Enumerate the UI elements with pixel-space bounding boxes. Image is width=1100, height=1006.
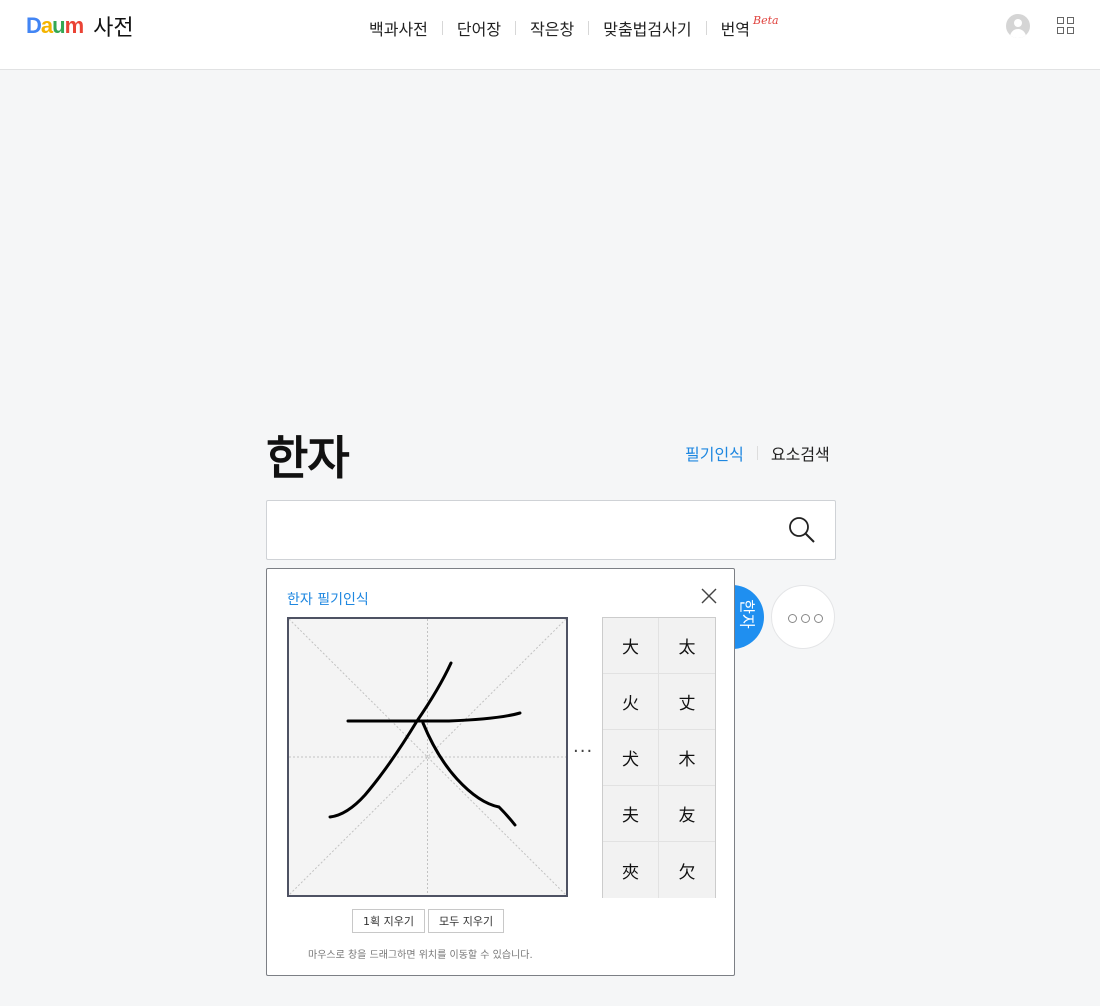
candidate-item[interactable]: 夫 [603, 786, 659, 842]
candidate-item[interactable]: 欠 [659, 842, 715, 898]
candidate-item[interactable]: 火 [603, 674, 659, 730]
handwriting-title: 한자 필기인식 [287, 592, 369, 608]
nav-divider [705, 21, 707, 35]
clear-all-button[interactable]: 모두 지우기 [427, 909, 505, 933]
handwriting-controls: 1획 지우기 모두 지우기 [352, 909, 505, 933]
page-title: 한자 [266, 431, 350, 485]
nav-translate-label: 번역 [720, 20, 751, 39]
candidate-item[interactable]: 太 [659, 618, 715, 674]
logo[interactable]: Daum 사전 [26, 12, 134, 41]
top-nav: 백과사전 단어장 작은창 맞춤법검사기 번역 Beta [369, 14, 779, 40]
handwriting-canvas[interactable] [287, 617, 568, 897]
link-radical-search[interactable]: 요소검색 [771, 441, 830, 465]
nav-divider [441, 21, 443, 35]
candidate-item[interactable]: 犬 [603, 730, 659, 786]
search-input[interactable] [283, 511, 763, 549]
nav-wordbook[interactable]: 단어장 [457, 16, 501, 40]
nav-translate[interactable]: 번역 Beta [720, 14, 779, 40]
candidate-item[interactable]: 丈 [659, 674, 715, 730]
drag-hint: 마우스로 창을 드래그하면 위치를 이동할 수 있습니다. [308, 950, 533, 961]
close-icon[interactable] [700, 587, 718, 605]
handwriting-panel[interactable]: 한자 필기인식 ··· 大 太 火 丈 犬 木 夫 友 夾 欠 1획 지우기 모… [266, 568, 735, 976]
nav-divider [588, 21, 590, 35]
link-divider [756, 446, 758, 460]
service-name: 사전 [93, 16, 134, 41]
link-handwriting[interactable]: 필기인식 [685, 441, 744, 465]
candidate-item[interactable]: 木 [659, 730, 715, 786]
header: Daum 사전 백과사전 단어장 작은창 맞춤법검사기 번역 Beta [0, 0, 1100, 70]
candidate-item[interactable]: 大 [603, 618, 659, 674]
candidate-grid: 大 太 火 丈 犬 木 夫 友 夾 欠 [602, 617, 716, 898]
beta-badge: Beta [753, 14, 779, 27]
nav-small-window[interactable]: 작은창 [530, 16, 574, 40]
nav-spell-checker[interactable]: 맞춤법검사기 [603, 16, 691, 40]
apps-grid-icon[interactable] [1057, 17, 1075, 35]
daum-logo: Daum [26, 13, 84, 38]
nav-divider [515, 21, 517, 35]
search-box [266, 500, 836, 560]
more-dots-icon [788, 614, 823, 623]
search-icon[interactable] [787, 515, 817, 545]
candidate-item[interactable]: 友 [659, 786, 715, 842]
more-button[interactable] [771, 585, 835, 649]
search-mode-links: 필기인식 요소검색 [685, 441, 830, 465]
candidate-item[interactable]: 夾 [603, 842, 659, 898]
hanja-button-label: 한자 [737, 599, 757, 629]
more-candidates-indicator: ··· [573, 741, 594, 762]
nav-encyclopedia[interactable]: 백과사전 [369, 16, 428, 40]
user-icon[interactable] [1006, 14, 1030, 38]
undo-stroke-button[interactable]: 1획 지우기 [352, 909, 425, 933]
